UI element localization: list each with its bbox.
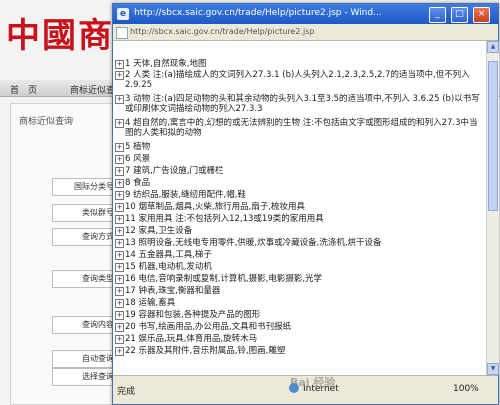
list-item[interactable]: +16 电信,音响录制或复制,计算机,摄影,电影摄影,光学 [115,274,485,284]
address-url[interactable]: http://sbcx.saic.gov.cn/trade/Help/pictu… [130,27,314,36]
list-item[interactable]: +19 容器和包装,各种提及产品的图形 [115,310,485,320]
list-item[interactable]: +9 纺织品,服装,缝纫用配件,帽,鞋 [115,190,485,200]
close-button[interactable]: × [473,7,490,23]
nav-similar-search[interactable]: 商标近似查 [70,83,115,96]
list-item[interactable]: +22 乐器及其附件,音乐附属品,铃,图画,雕塑 [115,346,485,356]
expand-icon[interactable]: + [115,251,124,260]
expand-icon[interactable]: + [115,155,124,164]
scroll-down-icon[interactable]: ▼ [487,363,499,375]
expand-icon[interactable]: + [115,227,124,236]
window-title: http://sbcx.saic.gov.cn/trade/Help/pictu… [134,8,382,18]
expand-icon[interactable]: + [115,287,124,296]
list-item[interactable]: +13 照明设备,无线电专用零件,供暖,炊事或冷藏设备,洗涤机,烘干设备 [115,238,485,248]
expand-icon[interactable]: + [115,275,124,284]
expand-icon[interactable]: + [115,299,124,308]
list-item[interactable]: +17 钟表,珠宝,衡器和量器 [115,286,485,296]
category-list: +1 天体,自然现象,地图 +2 人类 注:(a)描绘成人的文词列入27.3.1… [113,41,486,375]
list-item[interactable]: +4 超自然的,寓言中的,幻想的或无法辨别的生物 注:不包括由文字或图形组成的和… [115,118,485,138]
list-item[interactable]: +6 风景 [115,154,485,164]
expand-icon[interactable]: + [115,335,124,344]
address-bar[interactable]: http://sbcx.saic.gov.cn/trade/Help/pictu… [113,24,498,41]
expand-icon[interactable]: + [115,215,124,224]
expand-icon[interactable]: + [115,263,124,272]
list-item[interactable]: +21 娱乐品,玩具,体育用品,旋转木马 [115,334,485,344]
expand-icon[interactable]: + [115,239,124,248]
expand-icon[interactable]: + [115,143,124,152]
vertical-scrollbar[interactable]: ▲ ▼ [486,41,499,375]
list-item[interactable]: +18 运输,畜具 [115,298,485,308]
expand-icon[interactable]: + [115,119,124,128]
popup-window: e http://sbcx.saic.gov.cn/trade/Help/pic… [112,3,499,405]
panel-title: 商标近似查询 [19,117,74,127]
minimize-button[interactable]: _ [429,7,446,23]
expand-icon[interactable]: + [115,323,124,332]
page-icon [116,27,128,39]
list-item[interactable]: +8 食品 [115,178,485,188]
nav-home[interactable]: 首 页 [10,83,37,96]
scroll-up-icon[interactable]: ▲ [487,41,499,53]
list-item[interactable]: +2 人类 注:(a)描绘成人的文词列入27.3.1 (b)人头列入2.1,2.… [115,70,485,90]
scroll-thumb[interactable] [488,61,498,211]
expand-icon[interactable]: + [115,167,124,176]
expand-icon[interactable]: + [115,191,124,200]
expand-icon[interactable]: + [115,347,124,356]
watermark: Bai 经验 [290,376,336,389]
list-item[interactable]: +3 动物 注:(a)四足动物的头和其余动物的头列入3.1至3.5的适当项中,不… [115,94,485,114]
status-text: 完成 [117,387,136,397]
list-item[interactable]: +1 天体,自然现象,地图 [115,59,485,69]
expand-icon[interactable]: + [115,95,124,104]
list-item[interactable]: +7 建筑,广告设施,门或栅栏 [115,166,485,176]
title-bar[interactable]: e http://sbcx.saic.gov.cn/trade/Help/pic… [113,4,498,24]
list-item[interactable]: +15 机器,电动机,发动机 [115,262,485,272]
list-item[interactable]: +12 家具,卫生设备 [115,226,485,236]
list-item[interactable]: +5 植物 [115,142,485,152]
zoom-level[interactable]: 100% [453,384,479,394]
list-item[interactable]: +20 书写,绘画用品,办公用品,文具和书刊报纸 [115,322,485,332]
expand-icon[interactable]: + [115,179,124,188]
list-item[interactable]: +11 家用用具 注:不包括列入12,13或19类的家用用具 [115,214,485,224]
expand-icon[interactable]: + [115,203,124,212]
list-item[interactable]: +14 五金器具,工具,梯子 [115,250,485,260]
expand-icon[interactable]: + [115,71,124,80]
list-item[interactable]: +10 烟草制品,烟具,火柴,旅行用品,扇子,梳妆用具 [115,202,485,212]
maximize-button[interactable]: □ [451,7,468,23]
expand-icon[interactable]: + [115,311,124,320]
expand-icon[interactable]: + [115,60,124,69]
ie-icon: e [117,8,129,20]
